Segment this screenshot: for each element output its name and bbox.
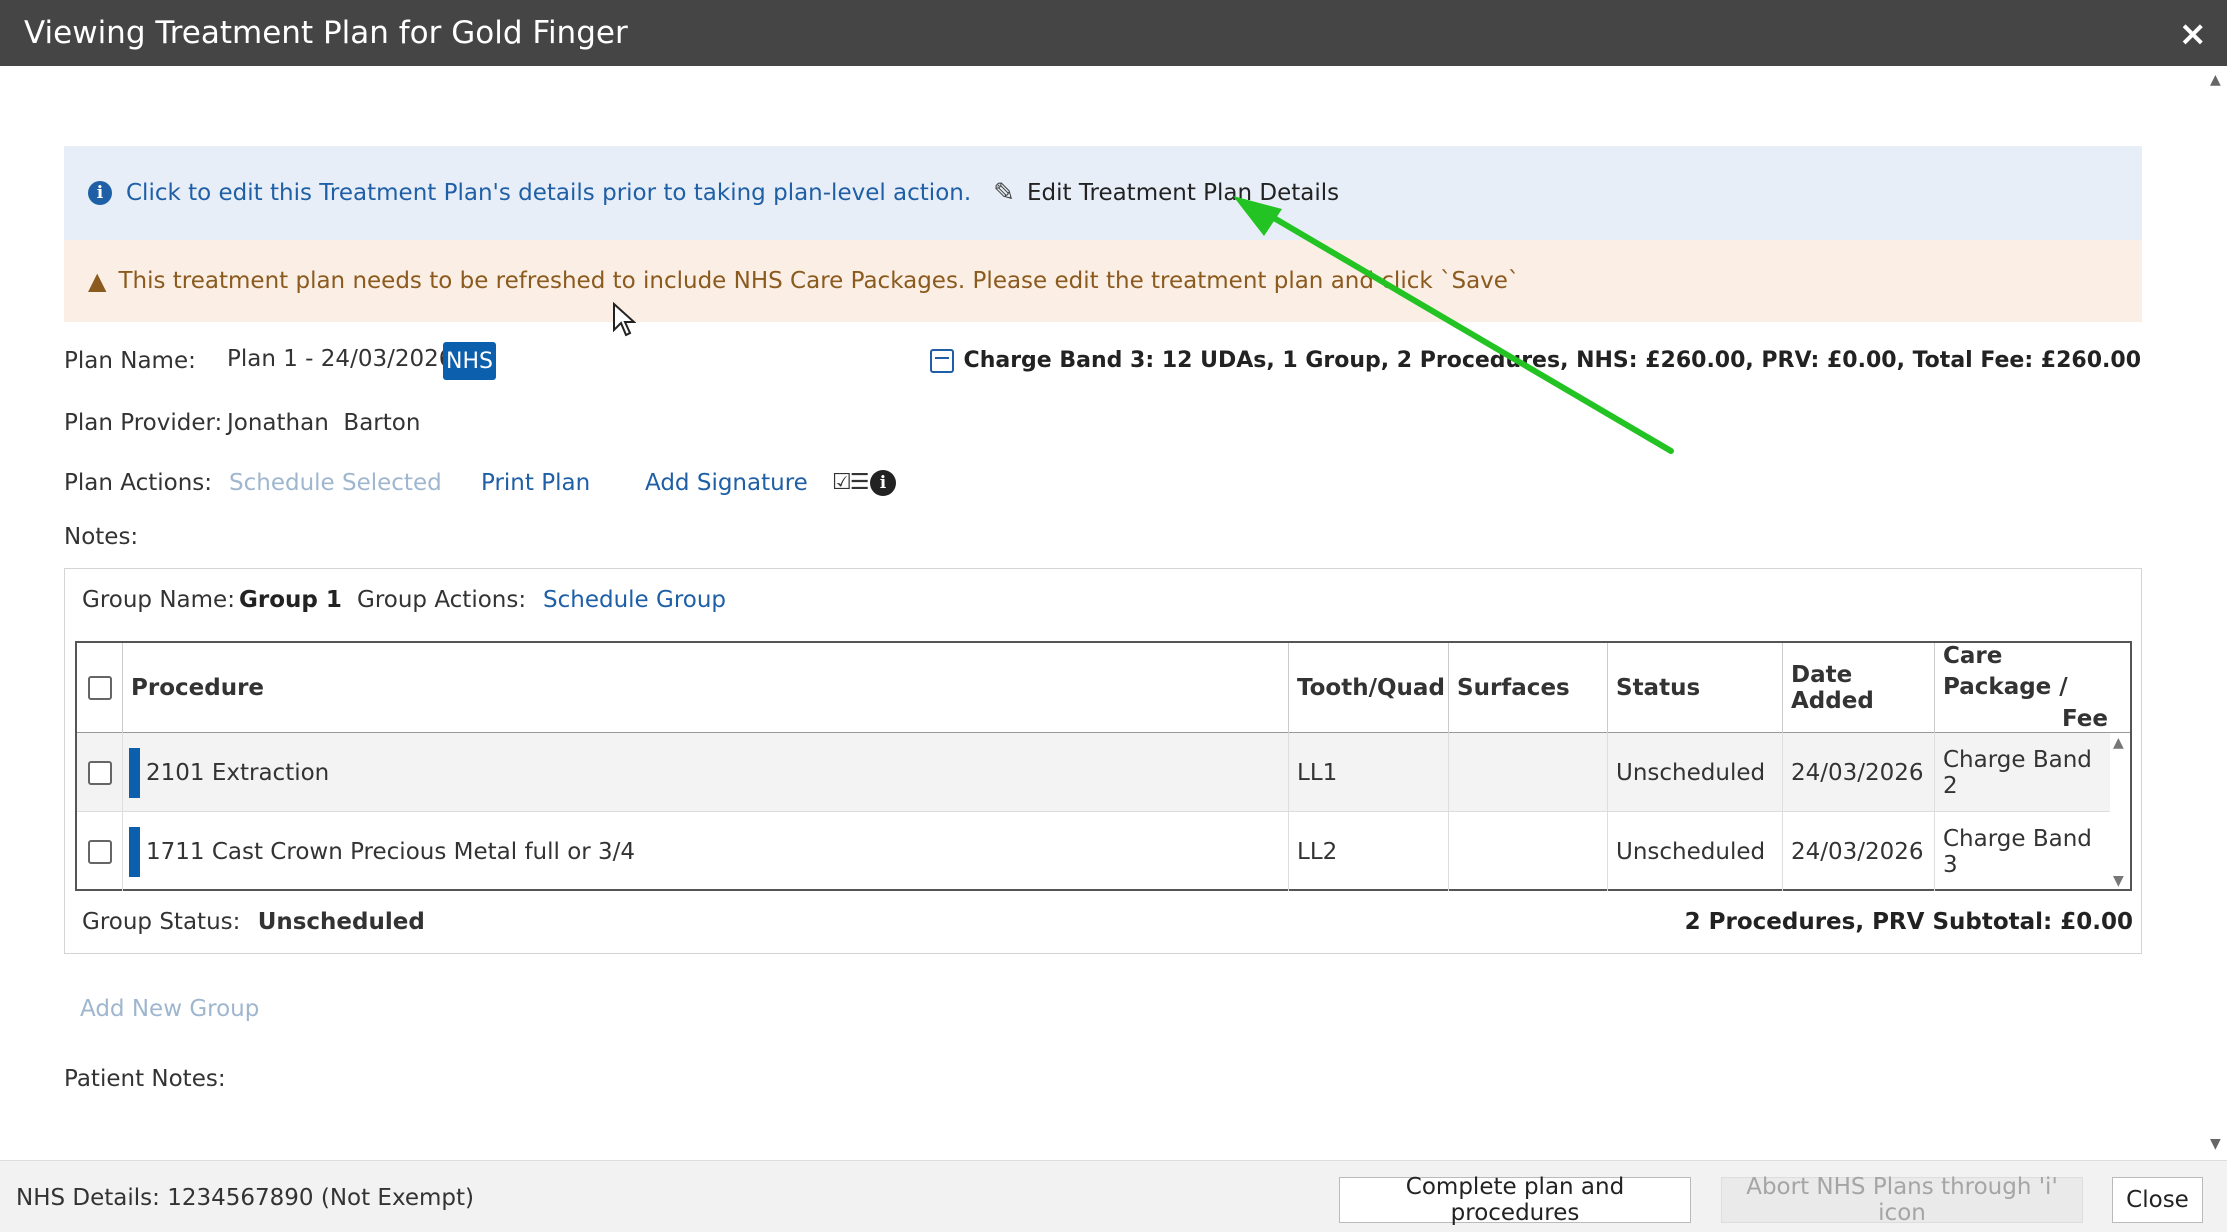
group-status-label: Group Status:	[82, 909, 241, 935]
col-status[interactable]: Status	[1608, 643, 1783, 733]
date-added-cell: 24/03/2026	[1783, 733, 1935, 812]
plan-provider-value: Jonathan Barton	[227, 410, 421, 436]
notes-label: Notes:	[64, 524, 139, 550]
col-care-package-line1: Care Package /	[1943, 643, 2068, 701]
warning-triangle-icon: ▲	[88, 267, 107, 295]
plan-name-label: Plan Name:	[64, 348, 196, 374]
row-select-cell	[77, 733, 123, 812]
modal-titlebar: Viewing Treatment Plan for Gold Finger ×	[0, 0, 2227, 66]
col-surfaces[interactable]: Surfaces	[1449, 643, 1608, 733]
info-icon: i	[88, 181, 112, 205]
nhs-indicator-bar	[129, 747, 140, 798]
nhs-badge: NHS	[443, 342, 496, 380]
table-row[interactable]: 1711 Cast Crown Precious Metal full or 3…	[77, 812, 2110, 891]
nhs-details-text: NHS Details: 1234567890 (Not Exempt)	[16, 1185, 475, 1211]
col-care-package-line2: Fee	[2062, 705, 2108, 732]
group-name-label: Group Name:	[82, 587, 235, 613]
modal-footer: NHS Details: 1234567890 (Not Exempt) Com…	[0, 1160, 2227, 1232]
select-all-cell	[77, 643, 123, 733]
table-scroll-down-icon[interactable]: ▼	[2113, 873, 2124, 889]
surfaces-cell	[1449, 733, 1608, 812]
group-status: Group Status: Unscheduled	[82, 909, 425, 935]
nhs-indicator-bar	[129, 826, 140, 877]
table-scrollbar[interactable]: ▲ ▼	[2108, 733, 2130, 891]
modal-title: Viewing Treatment Plan for Gold Finger	[24, 15, 628, 51]
row-checkbox[interactable]	[88, 839, 112, 864]
plan-info-icon[interactable]: i	[870, 470, 896, 496]
print-plan-link[interactable]: Print Plan	[481, 470, 590, 496]
care-package-icon	[929, 348, 954, 373]
group-actions-label: Group Actions:	[357, 587, 527, 613]
modal-scrollbar[interactable]: ▲ ▼	[2205, 66, 2227, 1156]
edit-treatment-plan-details-link[interactable]: Edit Treatment Plan Details	[1027, 180, 1339, 206]
procedure-name: 2101 Extraction	[146, 759, 330, 786]
treatment-plan-modal: Viewing Treatment Plan for Gold Finger ×…	[0, 0, 2227, 1232]
row-checkbox[interactable]	[88, 760, 112, 785]
care-package-cell: Charge Band 2	[1943, 746, 2092, 799]
group-subtotal: 2 Procedures, PRV Subtotal: £0.00	[1684, 909, 2133, 935]
checklist-icon[interactable]: ☑☰	[832, 470, 869, 495]
scroll-down-arrow-icon[interactable]: ▼	[2210, 1136, 2221, 1152]
surfaces-cell	[1449, 812, 1608, 891]
group-name-value: Group 1	[239, 587, 342, 613]
care-package-cell: Charge Band 3	[1943, 825, 2092, 878]
pencil-icon[interactable]: ✎	[993, 178, 1015, 208]
procedure-cell: 2101 Extraction	[123, 733, 1289, 812]
table-row[interactable]: 2101 Extraction LL1 Unscheduled 24/03/20…	[77, 733, 2110, 812]
warning-banner-text: This treatment plan needs to be refreshe…	[118, 268, 1520, 294]
group-status-value: Unscheduled	[257, 909, 425, 935]
tooth-cell: LL2	[1289, 812, 1449, 891]
row-select-cell	[77, 812, 123, 891]
schedule-selected-link[interactable]: Schedule Selected	[229, 470, 442, 496]
date-added-cell: 24/03/2026	[1783, 812, 1935, 891]
patient-notes-label: Patient Notes:	[64, 1066, 226, 1092]
table-scroll-up-icon[interactable]: ▲	[2113, 735, 2124, 751]
select-all-checkbox[interactable]	[88, 676, 112, 700]
status-cell: Unscheduled	[1608, 733, 1783, 812]
close-icon[interactable]: ×	[2179, 14, 2208, 54]
complete-plan-button[interactable]: Complete plan and procedures	[1339, 1174, 1691, 1226]
charge-summary-text: Charge Band 3: 12 UDAs, 1 Group, 2 Proce…	[963, 348, 2141, 373]
procedure-name: 1711 Cast Crown Precious Metal full or 3…	[146, 838, 636, 865]
plan-actions-label: Plan Actions:	[64, 470, 213, 496]
close-button[interactable]: Close	[2112, 1177, 2203, 1223]
col-procedure[interactable]: Procedure	[123, 643, 1289, 733]
tooth-cell: LL1	[1289, 733, 1449, 812]
add-signature-link[interactable]: Add Signature	[645, 470, 808, 496]
add-new-group-link[interactable]: Add New Group	[80, 996, 259, 1022]
plan-provider-label: Plan Provider:	[64, 410, 223, 436]
mouse-cursor-icon	[613, 302, 636, 337]
col-date-added[interactable]: Date Added	[1783, 643, 1935, 733]
procedure-cell: 1711 Cast Crown Precious Metal full or 3…	[123, 812, 1289, 891]
scroll-up-arrow-icon[interactable]: ▲	[2210, 72, 2221, 88]
info-banner: i Click to edit this Treatment Plan's de…	[64, 146, 2142, 240]
col-care-package-fee[interactable]: Care Package / Fee	[1935, 643, 2132, 733]
plan-name-value: Plan 1 - 24/03/2026	[227, 346, 454, 372]
abort-nhs-plans-button[interactable]: Abort NHS Plans through 'i' icon	[1721, 1174, 2083, 1226]
charge-band-summary: Charge Band 3: 12 UDAs, 1 Group, 2 Proce…	[929, 348, 2141, 373]
warning-banner: ▲ This treatment plan needs to be refres…	[64, 240, 2142, 322]
procedure-group: Group Name: Group 1 Group Actions: Sched…	[64, 568, 2142, 954]
procedures-table: Procedure Tooth/Quad Surfaces Status Dat…	[75, 641, 2132, 891]
col-tooth-quad[interactable]: Tooth/Quad	[1289, 643, 1449, 733]
status-cell: Unscheduled	[1608, 812, 1783, 891]
info-banner-text: Click to edit this Treatment Plan's deta…	[126, 180, 972, 206]
schedule-group-link[interactable]: Schedule Group	[543, 587, 726, 613]
table-header: Procedure Tooth/Quad Surfaces Status Dat…	[77, 643, 2130, 733]
